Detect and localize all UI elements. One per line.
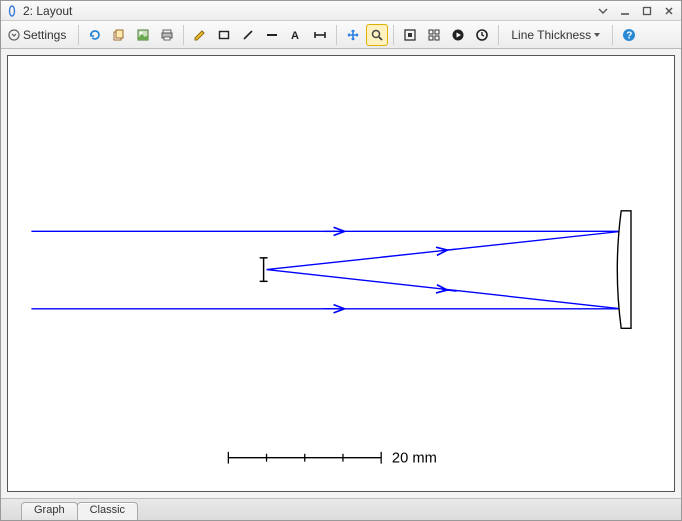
svg-text:?: ?: [626, 30, 632, 41]
layout-drawing: 20 mm: [8, 56, 674, 491]
tab-classic[interactable]: Classic: [77, 502, 138, 520]
fit-icon[interactable]: [399, 24, 421, 46]
help-icon[interactable]: ?: [618, 24, 640, 46]
svg-text:A: A: [291, 30, 299, 42]
window-dropdown-icon[interactable]: [595, 4, 611, 18]
minimize-button[interactable]: [617, 4, 633, 18]
mirror-optic: [617, 211, 631, 329]
measure-icon[interactable]: [309, 24, 331, 46]
grid-icon[interactable]: [423, 24, 445, 46]
dash-icon[interactable]: [261, 24, 283, 46]
save-image-icon[interactable]: [132, 24, 154, 46]
line-thickness-label: Line Thickness: [511, 28, 591, 42]
tabbar: Graph Classic: [1, 498, 681, 520]
copy-icon[interactable]: [108, 24, 130, 46]
zoom-icon[interactable]: [366, 24, 388, 46]
toolbar: Settings A: [1, 21, 681, 49]
play-icon[interactable]: [447, 24, 469, 46]
text-tool-icon[interactable]: A: [285, 24, 307, 46]
maximize-button[interactable]: [639, 4, 655, 18]
pencil-icon[interactable]: [189, 24, 211, 46]
canvas-area: 20 mm: [1, 49, 681, 498]
tab-graph[interactable]: Graph: [21, 502, 78, 520]
layout-canvas[interactable]: 20 mm: [7, 55, 675, 492]
app-icon: [5, 4, 19, 18]
settings-button[interactable]: Settings: [5, 24, 73, 46]
window-title: 2: Layout: [23, 4, 72, 18]
ray-group: [31, 231, 621, 308]
refresh-icon[interactable]: [84, 24, 106, 46]
line-tool-icon[interactable]: [237, 24, 259, 46]
rectangle-tool-icon[interactable]: [213, 24, 235, 46]
clock-icon[interactable]: [471, 24, 493, 46]
print-icon[interactable]: [156, 24, 178, 46]
chevron-down-icon: [594, 33, 600, 37]
scalebar-label: 20 mm: [392, 451, 437, 467]
settings-label: Settings: [23, 28, 66, 42]
close-button[interactable]: [661, 4, 677, 18]
scalebar: [228, 452, 381, 464]
titlebar: 2: Layout: [1, 1, 681, 21]
pan-icon[interactable]: [342, 24, 364, 46]
line-thickness-dropdown[interactable]: Line Thickness: [504, 24, 607, 46]
focal-plane-marker: [260, 258, 268, 282]
